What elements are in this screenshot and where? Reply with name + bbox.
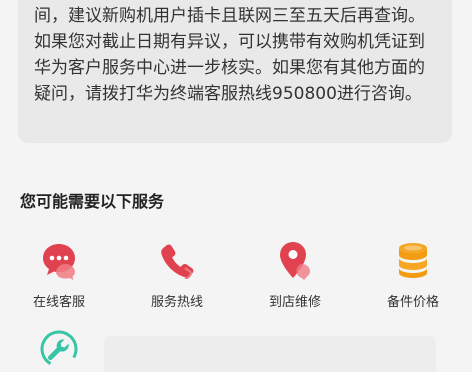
- coin-stack-icon: [399, 243, 427, 278]
- store-repair-label: 到店维修: [268, 295, 321, 310]
- parts-price-button[interactable]: 备件价格: [368, 238, 458, 314]
- wrench-icon: [40, 330, 78, 368]
- online-service-label: 在线客服: [32, 295, 85, 310]
- notice-card: 间，建议新购机用户插卡且联网三至五天后再查询。如果您对截止日期有异议，可以携带有…: [18, 0, 452, 143]
- chat-bubble-icon: [43, 244, 75, 280]
- parts-price-label: 备件价格: [386, 295, 439, 310]
- services-grid: 在线客服 服务热线 到店维修 备件价格: [0, 238, 472, 318]
- repair-progress-button[interactable]: [14, 327, 104, 371]
- bottom-panel: [104, 336, 436, 372]
- service-hotline-button[interactable]: 服务热线: [132, 238, 222, 314]
- section-title: 您可能需要以下服务: [20, 192, 165, 211]
- service-hotline-label: 服务热线: [150, 295, 203, 310]
- phone-icon: [161, 244, 194, 279]
- location-pin-icon: [280, 242, 310, 280]
- store-repair-button[interactable]: 到店维修: [250, 238, 340, 314]
- online-service-button[interactable]: 在线客服: [14, 238, 104, 314]
- notice-text: 间，建议新购机用户插卡且联网三至五天后再查询。如果您对截止日期有异议，可以携带有…: [34, 6, 425, 104]
